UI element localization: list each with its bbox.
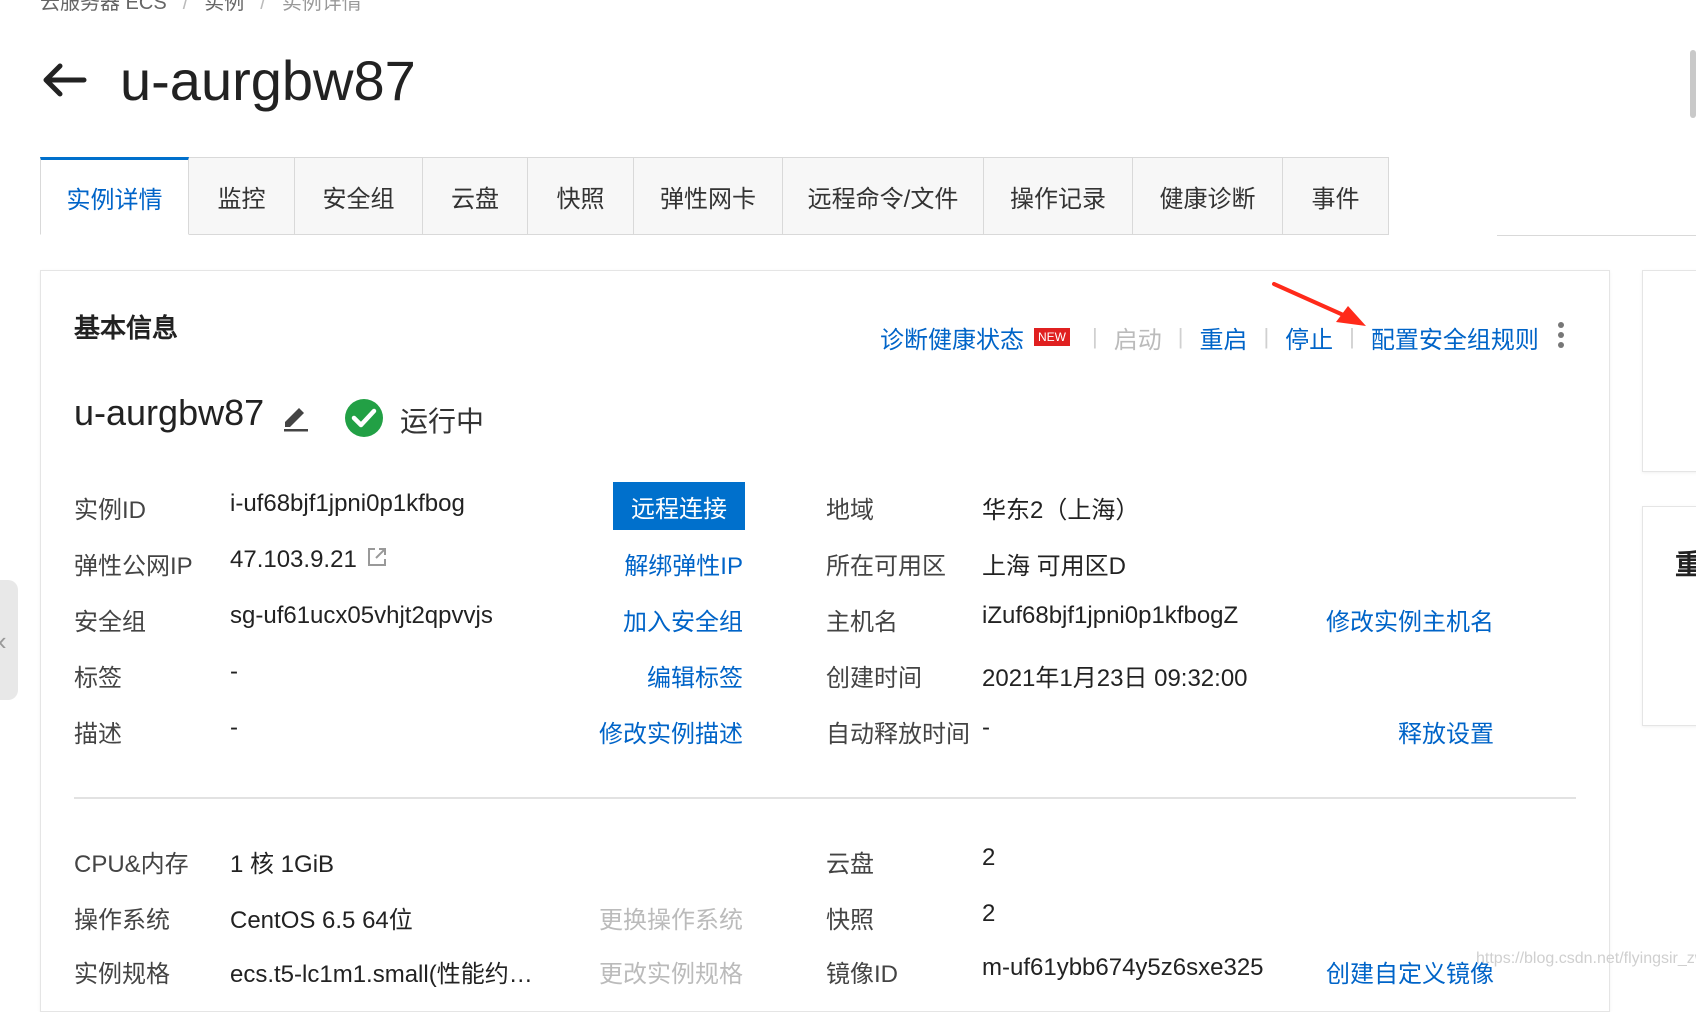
new-badge: NEW <box>1034 328 1070 346</box>
tab-events[interactable]: 事件 <box>1283 157 1389 235</box>
config-security-group-link[interactable]: 配置安全组规则 <box>1371 320 1539 355</box>
value-description: - <box>230 714 238 741</box>
value-instance-id: i-uf68bjf1jpni0p1kfbog <box>230 490 465 517</box>
value-created-time: 2021年1月23日 09:32:00 <box>982 665 1248 692</box>
breadcrumb-ecs[interactable]: 云服务器 ECS <box>40 0 167 15</box>
value-tags: - <box>230 658 238 685</box>
diagnose-health-link[interactable]: 诊断健康状态 <box>880 320 1024 355</box>
value-image-id: m-uf61ybb674y5z6sxe325 <box>982 954 1264 981</box>
label-region: 地域 <box>826 497 874 524</box>
value-disks: 2 <box>982 844 996 871</box>
label-eip: 弹性公网IP <box>74 553 193 580</box>
side-card <box>1642 506 1696 726</box>
label-tags: 标签 <box>74 665 122 692</box>
label-auto-release: 自动释放时间 <box>826 721 970 748</box>
instance-name: u-aurgbw87 <box>74 392 265 433</box>
edit-tags-link[interactable]: 编辑标签 <box>647 658 743 693</box>
value-hostname: iZuf68bjf1jpni0p1kfbogZ <box>982 602 1239 629</box>
tab-baseline <box>1497 235 1696 236</box>
tab-security-group[interactable]: 安全组 <box>295 157 423 235</box>
breadcrumb-instances[interactable]: 实例 <box>204 0 244 15</box>
label-hostname: 主机名 <box>826 609 898 636</box>
tab-cloud-disk[interactable]: 云盘 <box>423 157 528 235</box>
label-snapshots: 快照 <box>826 907 874 934</box>
value-eip: 47.103.9.21 <box>230 546 357 573</box>
tab-remote-command[interactable]: 远程命令/文件 <box>783 157 984 235</box>
value-security-group: sg-uf61ucx05vhjt2qpvvjs <box>230 602 493 629</box>
value-zone: 上海 可用区D <box>982 553 1126 580</box>
side-card-title: 重 <box>1675 549 1696 580</box>
label-created-time: 创建时间 <box>826 665 922 692</box>
label-instance-id: 实例ID <box>74 497 146 524</box>
release-settings-link[interactable]: 释放设置 <box>1398 714 1494 749</box>
remote-connect-button[interactable]: 远程连接 <box>613 482 745 530</box>
label-disks: 云盘 <box>826 851 874 878</box>
watermark-text: https://blog.csdn.net/flyingsir_zw <box>1476 950 1696 967</box>
edit-hostname-link[interactable]: 修改实例主机名 <box>1326 602 1494 637</box>
chevron-left-icon: ‹ <box>0 626 7 657</box>
tab-eni[interactable]: 弹性网卡 <box>634 157 783 235</box>
label-description: 描述 <box>74 721 122 748</box>
section-title: 基本信息 <box>74 313 179 343</box>
value-auto-release: - <box>982 714 990 741</box>
back-arrow-icon[interactable] <box>38 60 88 100</box>
external-link-icon[interactable] <box>366 546 388 568</box>
value-region: 华东2（上海） <box>982 497 1140 524</box>
breadcrumb-separator: / <box>260 0 266 14</box>
tab-bar: 实例详情 监控 安全组 云盘 快照 弹性网卡 远程命令/文件 操作记录 健康诊断… <box>40 157 1389 237</box>
section-divider <box>74 797 1576 799</box>
page-title: u-aurgbw87 <box>120 49 416 112</box>
page-scrollbar[interactable] <box>1690 50 1696 118</box>
status-text: 运行中 <box>400 406 485 437</box>
check-circle-icon <box>344 398 384 438</box>
value-instance-type: ecs.t5-lc1m1.small(性能约… <box>230 961 533 988</box>
value-os: CentOS 6.5 64位 <box>230 907 413 934</box>
side-card <box>1642 270 1696 472</box>
breadcrumb: 云服务器 ECS / 实例 / 实例详情 <box>40 0 362 15</box>
breadcrumb-separator: / <box>182 0 189 14</box>
create-custom-image-link[interactable]: 创建自定义镜像 <box>1326 954 1494 989</box>
label-image-id: 镜像ID <box>826 961 898 988</box>
change-os-link: 更换操作系统 <box>599 907 743 934</box>
restart-link[interactable]: 重启 <box>1199 320 1247 355</box>
value-cpu-memory: 1 核 1GiB <box>230 851 335 878</box>
join-security-group-link[interactable]: 加入安全组 <box>623 602 743 637</box>
tab-instance-details[interactable]: 实例详情 <box>40 157 189 235</box>
change-instance-type-link: 更改实例规格 <box>599 961 743 988</box>
tab-snapshot[interactable]: 快照 <box>528 157 634 235</box>
label-instance-type: 实例规格 <box>74 961 170 988</box>
action-divider: | <box>1177 324 1184 349</box>
tab-operation-log[interactable]: 操作记录 <box>984 157 1133 235</box>
action-bar: 诊断健康状态 NEW | 启动 | 重启 | 停止 | 配置安全组规则 <box>880 320 1539 354</box>
collapse-handle[interactable]: ‹ <box>0 580 18 700</box>
pencil-icon[interactable] <box>280 400 312 432</box>
label-cpu-memory: CPU&内存 <box>74 851 189 878</box>
start-link: 启动 <box>1113 326 1162 354</box>
breadcrumb-current: 实例详情 <box>281 0 362 14</box>
label-os: 操作系统 <box>74 907 170 934</box>
tab-monitoring[interactable]: 监控 <box>189 157 295 235</box>
edit-description-link[interactable]: 修改实例描述 <box>599 714 743 749</box>
unbind-eip-link[interactable]: 解绑弹性IP <box>624 546 743 581</box>
annotation-arrow-icon <box>1270 280 1370 330</box>
action-divider: | <box>1263 324 1270 349</box>
more-vertical-icon[interactable] <box>1556 320 1566 350</box>
tab-health-diagnosis[interactable]: 健康诊断 <box>1133 157 1283 235</box>
label-security-group: 安全组 <box>74 609 146 636</box>
label-zone: 所在可用区 <box>826 553 946 580</box>
value-snapshots: 2 <box>982 900 996 927</box>
action-divider: | <box>1092 324 1098 349</box>
